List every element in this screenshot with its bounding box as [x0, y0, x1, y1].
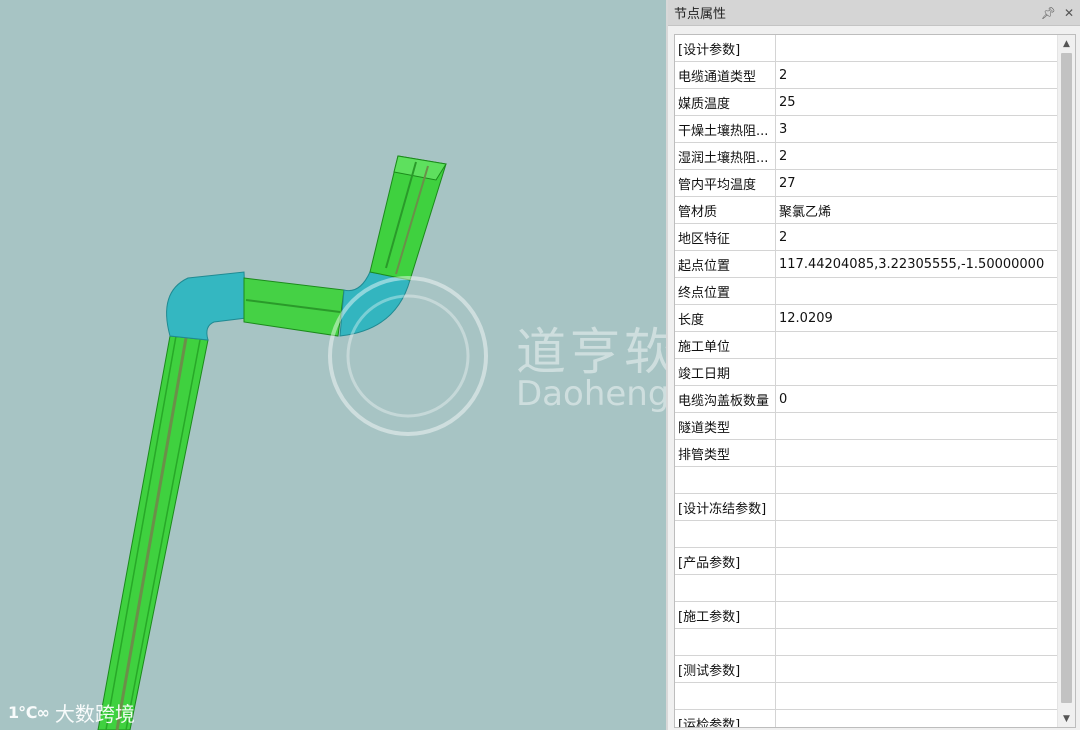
- property-row[interactable]: [675, 628, 1062, 656]
- property-row[interactable]: 电缆通道类型 2: [675, 61, 1062, 89]
- property-key: 电缆通道类型: [675, 61, 776, 89]
- property-key: 管内平均温度: [675, 169, 776, 197]
- property-row[interactable]: 排管类型: [675, 439, 1062, 467]
- scroll-thumb[interactable]: [1061, 53, 1072, 703]
- property-table: [设计参数] 电缆通道类型 2 媒质温度 25 干燥土壤热阻... 3 湿润土壤热阻... 2 管…: [675, 35, 1062, 727]
- property-key: [675, 574, 776, 602]
- property-value[interactable]: [775, 601, 1062, 629]
- property-key: 媒质温度: [675, 88, 776, 116]
- property-row[interactable]: [运检参数]: [675, 709, 1062, 727]
- scroll-up-icon[interactable]: ▲: [1058, 35, 1075, 52]
- property-row[interactable]: 隧道类型: [675, 412, 1062, 440]
- property-value[interactable]: [775, 574, 1062, 602]
- property-value[interactable]: [775, 493, 1062, 521]
- node-properties-panel: 节点属性 📌︎ ✕ [设计参数] 电缆通道类型 2 媒质温度 25 干燥土壤热阻... 3 湿…: [666, 0, 1080, 730]
- property-row[interactable]: 管材质 聚氯乙烯: [675, 196, 1062, 224]
- property-row[interactable]: [675, 574, 1062, 602]
- property-key: 管材质: [675, 196, 776, 224]
- property-key: [运检参数]: [675, 709, 776, 727]
- property-row[interactable]: 终点位置: [675, 277, 1062, 305]
- property-row[interactable]: [675, 520, 1062, 548]
- property-key: [产品参数]: [675, 547, 776, 575]
- property-value[interactable]: [775, 277, 1062, 305]
- property-key: [675, 682, 776, 710]
- pipe-centerline: [115, 337, 188, 730]
- pipe-elbow-lower: [166, 271, 247, 341]
- property-key: 湿润土壤热阻...: [675, 142, 776, 170]
- pin-icon[interactable]: 📌︎: [1041, 6, 1056, 20]
- property-value[interactable]: 0: [775, 385, 1062, 413]
- property-value[interactable]: 27: [775, 169, 1062, 197]
- property-key: 施工单位: [675, 331, 776, 359]
- watermark-text-en: Daohengsoftware: [516, 374, 666, 414]
- property-value[interactable]: 25: [775, 88, 1062, 116]
- property-value[interactable]: 3: [775, 115, 1062, 143]
- property-row[interactable]: 电缆沟盖板数量 0: [675, 385, 1062, 413]
- property-key: [测试参数]: [675, 655, 776, 683]
- property-key: 隧道类型: [675, 412, 776, 440]
- logo-mark-icon: 1℃∞: [8, 703, 50, 722]
- panel-title: 节点属性: [674, 7, 727, 22]
- property-key: 长度: [675, 304, 776, 332]
- property-key: 排管类型: [675, 439, 776, 467]
- property-row[interactable]: 起点位置 117.44204085,3.22305555,-1.50000000: [675, 250, 1062, 278]
- property-row[interactable]: 管内平均温度 27: [675, 169, 1062, 197]
- watermark-ring: [328, 276, 488, 436]
- property-value[interactable]: [775, 331, 1062, 359]
- property-value[interactable]: 12.0209: [775, 304, 1062, 332]
- property-value[interactable]: [775, 412, 1062, 440]
- property-row[interactable]: 湿润土壤热阻... 2: [675, 142, 1062, 170]
- property-value[interactable]: 2: [775, 223, 1062, 251]
- property-key: 终点位置: [675, 277, 776, 305]
- property-value[interactable]: 聚氯乙烯: [775, 196, 1062, 224]
- property-row[interactable]: 媒质温度 25: [675, 88, 1062, 116]
- property-key: [施工参数]: [675, 601, 776, 629]
- property-value[interactable]: [775, 35, 1062, 62]
- property-key: [设计冻结参数]: [675, 493, 776, 521]
- property-value[interactable]: [775, 547, 1062, 575]
- property-row[interactable]: [测试参数]: [675, 655, 1062, 683]
- property-key: 竣工日期: [675, 358, 776, 386]
- property-row[interactable]: [设计参数]: [675, 35, 1062, 62]
- property-value[interactable]: 2: [775, 61, 1062, 89]
- property-value[interactable]: [775, 709, 1062, 727]
- property-row[interactable]: 长度 12.0209: [675, 304, 1062, 332]
- property-row[interactable]: [675, 466, 1062, 494]
- property-row[interactable]: [675, 682, 1062, 710]
- property-value[interactable]: [775, 520, 1062, 548]
- property-value[interactable]: [775, 439, 1062, 467]
- property-value[interactable]: [775, 466, 1062, 494]
- vertical-scrollbar[interactable]: ▲ ▼: [1057, 35, 1075, 727]
- property-grid[interactable]: [设计参数] 电缆通道类型 2 媒质温度 25 干燥土壤热阻... 3 湿润土壤热阻... 2 管…: [674, 34, 1076, 728]
- property-row[interactable]: 地区特征 2: [675, 223, 1062, 251]
- property-value[interactable]: [775, 682, 1062, 710]
- property-row[interactable]: 竣工日期: [675, 358, 1062, 386]
- property-key: [675, 520, 776, 548]
- property-row[interactable]: [施工参数]: [675, 601, 1062, 629]
- property-key: [675, 466, 776, 494]
- property-value[interactable]: 117.44204085,3.22305555,-1.50000000: [775, 250, 1062, 278]
- property-value[interactable]: [775, 655, 1062, 683]
- property-row[interactable]: [产品参数]: [675, 547, 1062, 575]
- property-row[interactable]: 干燥土壤热阻... 3: [675, 115, 1062, 143]
- property-value[interactable]: [775, 358, 1062, 386]
- property-key: [设计参数]: [675, 35, 776, 62]
- property-key: 干燥土壤热阻...: [675, 115, 776, 143]
- scroll-down-icon[interactable]: ▼: [1058, 710, 1075, 727]
- panel-header: 节点属性 📌︎ ✕: [668, 0, 1080, 26]
- property-key: 起点位置: [675, 250, 776, 278]
- property-key: [675, 628, 776, 656]
- property-row[interactable]: [设计冻结参数]: [675, 493, 1062, 521]
- property-key: 地区特征: [675, 223, 776, 251]
- property-key: 电缆沟盖板数量: [675, 385, 776, 413]
- property-value[interactable]: 2: [775, 142, 1062, 170]
- bottom-logo: 1℃∞ 大数跨境: [8, 698, 135, 727]
- property-value[interactable]: [775, 628, 1062, 656]
- logo-text: 大数跨境: [54, 702, 135, 726]
- property-row[interactable]: 施工单位: [675, 331, 1062, 359]
- 3d-viewport[interactable]: 道亨软件 Daohengsoftware 1℃∞ 大数跨境: [0, 0, 666, 730]
- close-icon[interactable]: ✕: [1064, 6, 1074, 20]
